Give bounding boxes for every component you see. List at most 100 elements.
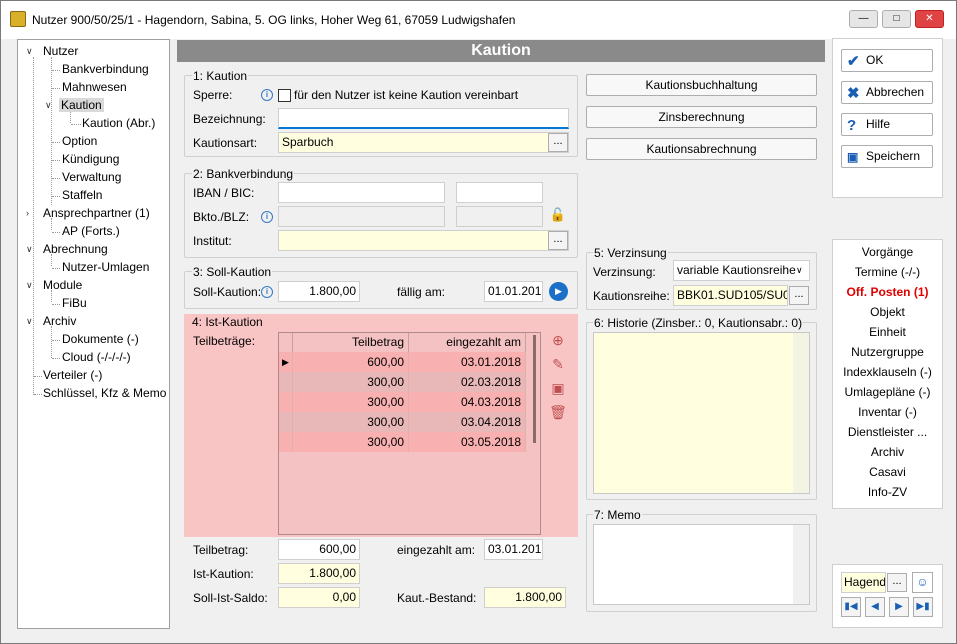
kautionsart-lookup-button[interactable]: ...: [548, 133, 568, 152]
tree-item-mahnwesen[interactable]: Mahnwesen: [62, 80, 127, 94]
kautionsbuchhaltung-button[interactable]: Kautionsbuchhaltung: [586, 74, 817, 96]
table-row[interactable]: 300,00 02.03.2018: [279, 372, 526, 392]
nav-info-zv[interactable]: Info-ZV: [833, 485, 942, 499]
tree-item-kaution-abr[interactable]: Kaution (Abr.): [82, 116, 155, 130]
nav-archiv[interactable]: Archiv: [833, 445, 942, 459]
kautionsreihe-input[interactable]: BBK01.SUD105/SU002: [673, 285, 788, 306]
tree-item-kuendigung[interactable]: Kündigung: [62, 152, 119, 166]
soll-kaution-input[interactable]: 1.800,00: [278, 281, 360, 302]
kautionsart-input[interactable]: Sparbuch: [278, 132, 569, 153]
memo-scrollbar[interactable]: [793, 525, 809, 604]
tree-item-kaution[interactable]: Kaution: [59, 98, 104, 112]
col-eingezahlt[interactable]: eingezahlt am: [409, 333, 526, 352]
collapse-icon[interactable]: ∨: [26, 316, 33, 327]
save-button[interactable]: ▣ Speichern: [841, 145, 933, 168]
tree-item-nutzer-umlagen[interactable]: Nutzer-Umlagen: [62, 260, 149, 274]
tree-item-verteiler[interactable]: Verteiler (-): [43, 368, 102, 382]
teilbetraege-table: Teilbetrag eingezahlt am ▶ 600,00 03.01.…: [278, 332, 541, 535]
info-icon[interactable]: i: [261, 89, 273, 101]
keine-kaution-checkbox[interactable]: [278, 89, 291, 102]
faellig-input[interactable]: 01.01.2018: [484, 281, 543, 302]
collapse-icon[interactable]: ∨: [26, 280, 33, 291]
historie-textarea[interactable]: [593, 332, 810, 494]
teilbetrag-input[interactable]: 600,00: [278, 539, 360, 560]
zinsberechnung-button[interactable]: Zinsberechnung: [586, 106, 817, 128]
col-teilbetrag[interactable]: Teilbetrag: [293, 333, 409, 352]
institut-input[interactable]: [278, 230, 569, 251]
tree-item-module[interactable]: Module: [43, 278, 82, 292]
verzinsung-select[interactable]: variable Kautionsreihe: [673, 260, 810, 281]
tree-item-abrechnung[interactable]: Abrechnung: [43, 242, 108, 256]
nav-dienstleister[interactable]: Dienstleister ...: [833, 425, 942, 439]
save-icon[interactable]: ▣: [549, 380, 567, 398]
kautionsreihe-lookup-button[interactable]: ...: [789, 286, 809, 305]
table-row[interactable]: 300,00 03.05.2018: [279, 432, 526, 452]
bezeichnung-label: Bezeichnung:: [193, 112, 266, 126]
collapse-icon[interactable]: ∨: [45, 100, 52, 111]
tree-item-fibu[interactable]: FiBu: [62, 296, 87, 310]
iban-input[interactable]: [278, 182, 445, 203]
kautionsreihe-label: Kautionsreihe:: [593, 289, 670, 303]
tree-item-dokumente[interactable]: Dokumente (-): [62, 332, 139, 346]
nav-termine[interactable]: Termine (-/-): [833, 265, 942, 279]
nav-objekt[interactable]: Objekt: [833, 305, 942, 319]
eingezahlt-input[interactable]: 03.01.2018: [484, 539, 543, 560]
close-icon: ✖: [847, 85, 860, 102]
expand-icon[interactable]: ›: [26, 208, 29, 218]
table-row[interactable]: ▶ 600,00 03.01.2018: [279, 352, 526, 372]
nav-casavi[interactable]: Casavi: [833, 465, 942, 479]
tree-item-option[interactable]: Option: [62, 134, 97, 148]
soll-group-label: 3: Soll-Kaution: [192, 265, 273, 279]
chevron-down-icon[interactable]: ∨: [796, 265, 803, 276]
bic-input[interactable]: [456, 182, 543, 203]
tree-item-ap-forts[interactable]: AP (Forts.): [62, 224, 120, 238]
tree-item-staffeln[interactable]: Staffeln: [62, 188, 102, 202]
record-lookup-button[interactable]: ...: [887, 573, 907, 592]
prev-record-button[interactable]: ◀: [865, 597, 885, 617]
table-row[interactable]: 300,00 04.03.2018: [279, 392, 526, 412]
memo-textarea[interactable]: [593, 524, 810, 605]
table-row[interactable]: 300,00 03.04.2018: [279, 412, 526, 432]
minimize-button[interactable]: —: [849, 10, 878, 28]
add-icon[interactable]: ⊕: [549, 332, 567, 350]
info-icon[interactable]: i: [261, 286, 273, 298]
tree-item-nutzer[interactable]: Nutzer: [43, 44, 78, 58]
collapse-icon[interactable]: ∨: [26, 46, 33, 57]
edit-icon[interactable]: ✎: [549, 356, 567, 374]
tree-item-cloud[interactable]: Cloud (-/-/-/-): [62, 350, 131, 364]
collapse-icon[interactable]: ∨: [26, 244, 33, 255]
tree-item-archiv[interactable]: Archiv: [43, 314, 76, 328]
keine-kaution-label[interactable]: für den Nutzer ist keine Kaution vereinb…: [294, 88, 518, 102]
tree-item-ansprechpartner[interactable]: Ansprechpartner (1): [43, 206, 150, 220]
first-record-button[interactable]: ▮◀: [841, 597, 861, 617]
nav-nutzergruppe[interactable]: Nutzergruppe: [833, 345, 942, 359]
ok-button[interactable]: ✔ OK: [841, 49, 933, 72]
nav-indexklauseln[interactable]: Indexklauseln (-): [833, 365, 942, 379]
ist-kaution-label: Ist-Kaution:: [193, 567, 254, 581]
nav-umlageplaene[interactable]: Umlagepläne (-): [833, 385, 942, 399]
last-record-button[interactable]: ▶▮: [913, 597, 933, 617]
kautionsabrechnung-button[interactable]: Kautionsabrechnung: [586, 138, 817, 160]
delete-icon[interactable]: 🗑: [549, 404, 567, 422]
play-icon[interactable]: ▶: [549, 282, 568, 301]
institut-lookup-button[interactable]: ...: [548, 231, 568, 250]
cancel-button[interactable]: ✖ Abbrechen: [841, 81, 933, 104]
unlock-icon[interactable]: 🔓: [548, 207, 568, 227]
user-icon[interactable]: ☺: [912, 572, 933, 593]
record-search-input[interactable]: Hagendorn: [841, 572, 886, 593]
tree-item-verwaltung[interactable]: Verwaltung: [62, 170, 121, 184]
info-icon[interactable]: i: [261, 211, 273, 223]
help-button[interactable]: ? Hilfe: [841, 113, 933, 136]
nav-inventar[interactable]: Inventar (-): [833, 405, 942, 419]
tree-item-schluessel[interactable]: Schlüssel, Kfz & Memo: [43, 386, 166, 400]
next-record-button[interactable]: ▶: [889, 597, 909, 617]
faellig-label: fällig am:: [397, 285, 446, 299]
nav-offene-posten[interactable]: Off. Posten (1): [833, 285, 942, 299]
close-button[interactable]: ✕: [915, 10, 944, 28]
bezeichnung-input[interactable]: [278, 108, 569, 129]
tree-item-bankverbindung[interactable]: Bankverbindung: [62, 62, 149, 76]
nav-vorgaenge[interactable]: Vorgänge: [833, 245, 942, 259]
historie-scrollbar[interactable]: [793, 333, 809, 493]
maximize-button[interactable]: □: [882, 10, 911, 28]
nav-einheit[interactable]: Einheit: [833, 325, 942, 339]
